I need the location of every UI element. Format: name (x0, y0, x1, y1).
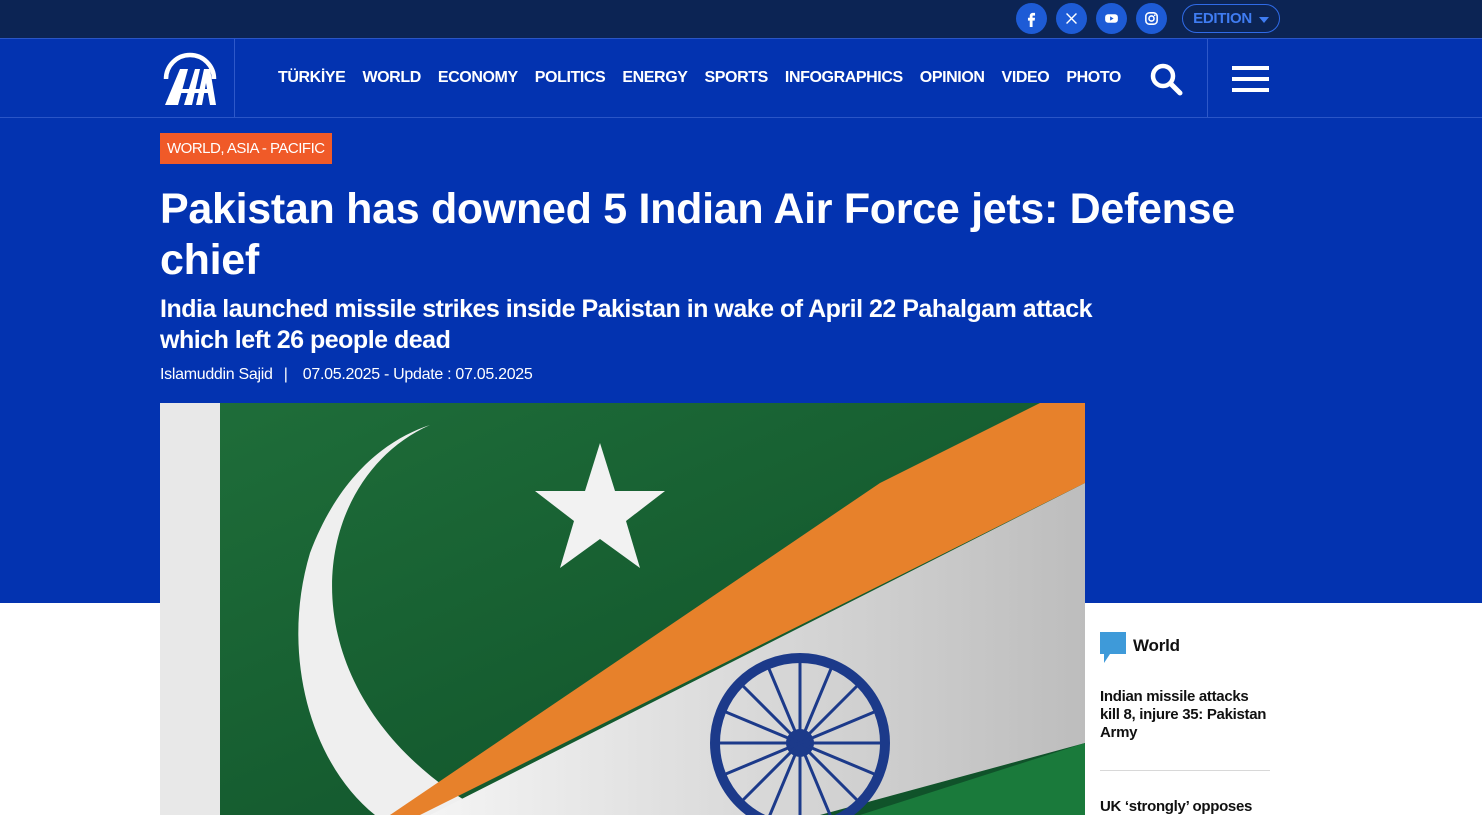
sidebar-category[interactable]: World (1100, 632, 1180, 664)
instagram-link[interactable] (1136, 3, 1167, 34)
hamburger-icon (1232, 66, 1269, 70)
nav-divider (234, 39, 235, 117)
nav-item-opinion[interactable]: OPINION (920, 69, 985, 87)
article-subtitle: India launched missile strikes inside Pa… (160, 295, 1093, 354)
nav-item-politics[interactable]: POLITICS (535, 69, 606, 87)
menu-button[interactable] (1232, 66, 1269, 93)
author-name[interactable]: Islamuddin Sajid (160, 366, 273, 383)
edition-label: EDITION (1193, 10, 1252, 27)
sidebar-category-label: World (1133, 636, 1180, 655)
aa-logo[interactable] (160, 49, 220, 107)
x-link[interactable] (1056, 3, 1087, 34)
byline: Islamuddin Sajid | 07.05.2025 - Update :… (160, 366, 533, 384)
sidebar-article-link[interactable]: Indian missile attacks kill 8, injure 35… (1100, 688, 1270, 742)
nav-item-video[interactable]: VIDEO (1002, 69, 1050, 87)
nav-divider (1207, 39, 1208, 117)
main-nav: TÜRKİYE WORLD ECONOMY POLITICS ENERGY SP… (0, 38, 1482, 118)
speech-bubble-icon (1100, 632, 1126, 663)
search-button[interactable] (1148, 61, 1184, 97)
nav-item-energy[interactable]: ENERGY (622, 69, 688, 87)
nav-item-economy[interactable]: ECONOMY (438, 69, 518, 87)
instagram-icon (1145, 12, 1158, 25)
nav-item-infographics[interactable]: INFOGRAPHICS (785, 69, 903, 87)
top-utility-bar: EDITION (0, 0, 1482, 38)
nav-menu: TÜRKİYE WORLD ECONOMY POLITICS ENERGY SP… (278, 39, 1121, 117)
category-badge[interactable]: WORLD, ASIA - PACIFIC (160, 133, 332, 164)
youtube-icon (1105, 14, 1118, 23)
chevron-down-icon (1258, 16, 1269, 23)
youtube-link[interactable] (1096, 3, 1127, 34)
edition-dropdown[interactable]: EDITION (1182, 4, 1280, 33)
nav-item-photo[interactable]: PHOTO (1066, 69, 1121, 87)
byline-separator: | (283, 366, 288, 383)
nav-item-turkiye[interactable]: TÜRKİYE (278, 69, 346, 87)
article-image (160, 403, 1085, 815)
nav-item-sports[interactable]: SPORTS (705, 69, 769, 87)
facebook-link[interactable] (1016, 3, 1047, 34)
publish-date: 07.05.2025 - Update : 07.05.2025 (302, 366, 533, 383)
x-icon (1066, 13, 1077, 24)
article-title: Pakistan has downed 5 Indian Air Force j… (160, 185, 1235, 284)
facebook-icon (1027, 12, 1036, 27)
nav-item-world[interactable]: WORLD (362, 69, 421, 87)
sidebar-article-link[interactable]: UK ‘strongly’ opposes (1100, 798, 1270, 816)
sidebar-divider (1100, 770, 1270, 771)
search-icon (1150, 63, 1183, 96)
